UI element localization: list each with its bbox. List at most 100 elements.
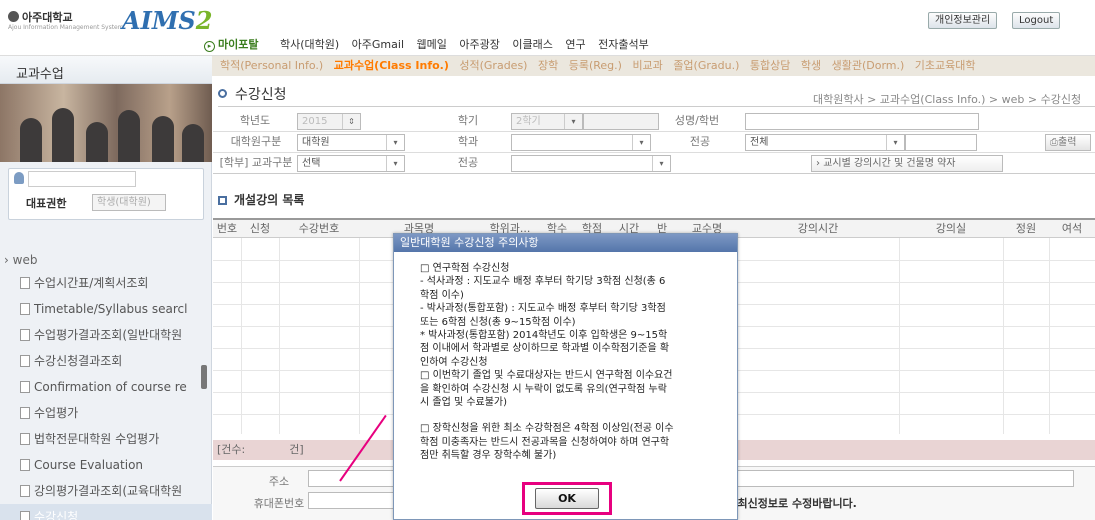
dialog-line: - 박사과정(통합포함) : 지도교수 배정 후부터 학기당 3학점 [420, 303, 666, 315]
menu-item-timetable[interactable]: 수업시간표/계획서조회 [0, 270, 212, 296]
name-field[interactable] [745, 113, 979, 130]
col-course-no: 수강번호 [298, 222, 340, 235]
subnav-scholarship[interactable]: 장학 [538, 59, 558, 72]
chevron-down-icon: ▾ [564, 114, 582, 129]
document-icon [20, 407, 30, 419]
subnav-grades[interactable]: 성적(Grades) [459, 59, 527, 72]
document-icon [20, 303, 30, 315]
ok-button[interactable]: OK [535, 488, 599, 509]
dialog-title: 일반대학원 수강신청 주의사항 [394, 234, 737, 252]
section-title: 개설강의 목록 [218, 191, 304, 208]
nav-research[interactable]: 연구 [565, 38, 585, 51]
nav-myportal[interactable]: ▸ 마이포탈 [204, 38, 267, 52]
col-capacity: 정원 [1015, 222, 1037, 235]
subnav-dorm[interactable]: 생활관(Dorm.) [832, 59, 905, 72]
document-icon [20, 433, 30, 445]
user-icon [14, 172, 24, 184]
nav-attendance[interactable]: 전자출석부 [598, 38, 649, 51]
dialog-line: 점만 취득할 경우 장학수혜 불가) [420, 450, 557, 462]
col-no: 번호 [216, 222, 238, 235]
user-name-field [28, 171, 136, 187]
document-icon [20, 459, 30, 471]
dialog-line: □ 연구학점 수강신청 [420, 263, 510, 274]
col-remaining: 여석 [1061, 222, 1083, 235]
arrow-icon: ▸ [204, 41, 215, 52]
subnav-personal[interactable]: 학적(Personal Info.) [220, 59, 323, 72]
university-logo[interactable]: 아주대학교 [8, 9, 73, 25]
menu-item-law-eval[interactable]: 법학전문대학원 수업평가 [0, 426, 212, 452]
circle-icon [218, 89, 227, 98]
chevron-down-icon: ▾ [386, 135, 404, 150]
term-select[interactable]: 2학기 ▾ [511, 113, 583, 130]
document-icon [20, 381, 30, 393]
div-select[interactable]: 대학원 ▾ [297, 134, 405, 151]
spinner-icon[interactable]: ⇕ [342, 114, 360, 129]
dialog-line: □ 장학신청을 위한 최소 수강학점은 4학점 이상임(전공 이수 [420, 423, 674, 435]
address-label: 주소 [268, 475, 290, 488]
major2-select[interactable]: ▾ [511, 155, 671, 172]
nav-webmail[interactable]: 웹메일 [417, 38, 447, 51]
main-nav: ▸ 마이포탈 학사(대학원) 아주Gmail 웹메일 아주광장 이클래스 연구 전… [204, 36, 658, 52]
dialog-line: 점 이내에서 학과별로 상이하므로 학과별 이수학점기준을 확 [420, 343, 670, 355]
dialog-line: 또는 6학점 신청(총 9~15학점 이수) [420, 316, 576, 328]
subnav-student[interactable]: 학생 [801, 59, 821, 72]
subnav-basic-college[interactable]: 기초교육대학 [915, 59, 976, 72]
term-extra [583, 113, 659, 130]
nav-eclass[interactable]: 이클래스 [512, 38, 552, 51]
subnav-extracurricular[interactable]: 비교과 [632, 59, 662, 72]
aims-logo[interactable]: AIMS2 [122, 6, 212, 35]
dialog-line: * 박사과정(통합포함) 2014학년도 이후 입학생은 9~15학 [420, 330, 668, 342]
sidebar-menu: › web 수업시간표/계획서조회 Timetable/Syllabus sea… [0, 250, 212, 520]
menu-item-course-registration[interactable]: 수강신청 [0, 504, 212, 520]
print-button[interactable]: ⎙출력 [1045, 134, 1091, 151]
menu-item-registration-results[interactable]: 수강신청결과조회 [0, 348, 212, 374]
timetable-button[interactable]: › 교시별 강의시간 및 건물명 약자 [811, 155, 1003, 172]
document-icon [20, 329, 30, 341]
document-icon [20, 355, 30, 367]
menu-root-web[interactable]: › web [0, 250, 212, 270]
document-icon [20, 511, 30, 520]
menu-item-eval-results[interactable]: 수업평가결과조회(일반대학원 [0, 322, 212, 348]
chevron-down-icon: ▾ [632, 135, 650, 150]
nav-academic[interactable]: 학사(대학원) [280, 38, 339, 51]
dialog-body: □ 연구학점 수강신청 - 석사과정 : 지도교수 배정 후부터 학기당 3학점… [420, 262, 720, 463]
sidebar-scroll-handle[interactable] [201, 365, 207, 389]
phone-field[interactable] [308, 492, 398, 509]
role-select[interactable]: 학생(대학원) [92, 194, 166, 211]
dept-select[interactable]: ▾ [511, 134, 651, 151]
subnav-counseling[interactable]: 통합상담 [750, 59, 790, 72]
undergrad-select[interactable]: 선택 ▾ [297, 155, 405, 172]
form-row-2: 대학원구분 대학원 ▾ 학과 ▾ 전공 전체 ▾ ⎙출력 [213, 132, 1095, 153]
menu-item-course-eval[interactable]: Course Evaluation [0, 452, 212, 478]
dialog-line: - 석사과정 : 지도교수 배정 후부터 학기당 3학점 신청(총 6 [420, 276, 666, 288]
nav-square[interactable]: 아주광장 [459, 38, 499, 51]
logout-button[interactable]: Logout [1012, 12, 1061, 29]
phone-label: 휴대폰번호 [253, 497, 305, 510]
major2-label: 전공 [457, 156, 479, 169]
major-extra [905, 134, 977, 151]
dialog-line: 학점 이수) [420, 289, 464, 301]
nav-gmail[interactable]: 아주Gmail [352, 38, 404, 51]
printer-icon: ⎙ [1050, 137, 1058, 148]
chevron-down-icon: ▾ [386, 156, 404, 171]
subnav-graduation[interactable]: 졸업(Gradu.) [673, 59, 739, 72]
year-field[interactable]: 2015 ⇕ [297, 113, 361, 130]
square-icon [218, 196, 227, 205]
major-label: 전공 [689, 135, 711, 148]
menu-item-lecture-eval[interactable]: 강의평가결과조회(교육대학원 [0, 478, 212, 504]
dialog-line: 을 확인하여 수강신청 시 누락이 없도록 유의(연구학점 누락 [420, 383, 667, 395]
personal-info-button[interactable]: 개인정보관리 [928, 12, 998, 29]
document-icon [20, 485, 30, 497]
page-title: 수강신청 [218, 84, 287, 104]
menu-item-timetable-en[interactable]: Timetable/Syllabus searcl [0, 296, 212, 322]
major-select[interactable]: 전체 ▾ [745, 134, 905, 151]
subnav-registration[interactable]: 등록(Reg.) [569, 59, 622, 72]
chevron-down-icon: ▾ [652, 156, 670, 171]
menu-item-class-eval[interactable]: 수업평가 [0, 400, 212, 426]
form-row-3: [학부] 교과구분 선택 ▾ 전공 ▾ › 교시별 강의시간 및 건물명 약자 [213, 153, 1095, 174]
div-label: 대학원구분 [230, 135, 282, 148]
breadcrumb: 대학원학사 > 교과수업(Class Info.) > web > 수강신청 [813, 93, 1082, 106]
sidebar-title: 교과수업 [0, 56, 212, 84]
menu-item-confirmation[interactable]: Confirmation of course re [0, 374, 212, 400]
subnav-class-info[interactable]: 교과수업(Class Info.) [334, 59, 449, 72]
